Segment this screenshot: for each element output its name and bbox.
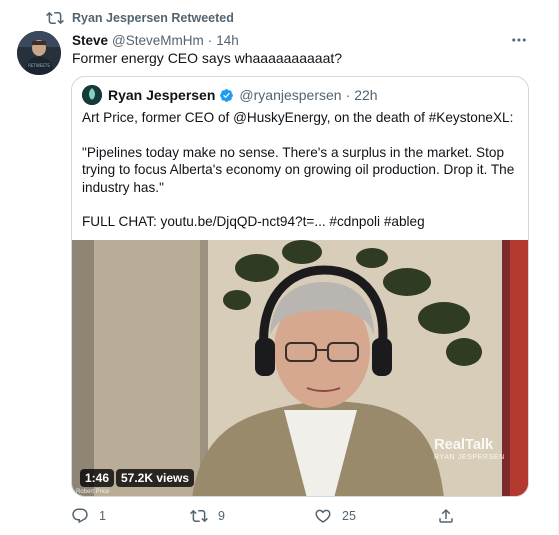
quote-author-name[interactable]: Ryan Jespersen xyxy=(108,87,215,103)
like-count: 25 xyxy=(342,509,356,523)
author-handle[interactable]: @SteveMmHm xyxy=(112,33,204,48)
quote-separator-dot: · xyxy=(345,87,351,103)
quoted-tweet[interactable]: Ryan Jespersen @ryanjespersen · 22h Art … xyxy=(71,76,529,497)
quote-time[interactable]: 22h xyxy=(354,87,377,103)
avatar-image: RETWEETS xyxy=(17,31,61,75)
reply-count: 1 xyxy=(99,509,106,523)
tweet-text: Former energy CEO says whaaaaaaaaaat? xyxy=(72,50,343,66)
watermark-subtitle: RYAN JESPERSEN xyxy=(434,454,505,461)
retweet-button[interactable]: 9 xyxy=(190,506,225,526)
video-views-badge: 57.2K views xyxy=(116,469,195,487)
avatar[interactable]: RETWEETS xyxy=(17,31,61,75)
like-button[interactable]: 25 xyxy=(314,506,356,526)
quote-avatar xyxy=(82,85,102,105)
more-horizontal-icon xyxy=(512,38,526,42)
verified-badge-icon xyxy=(220,88,234,102)
avatar-text: RETWEETS xyxy=(28,63,50,68)
tweet-header: Steve @SteveMmHm · 14h xyxy=(72,31,239,49)
retweet-context-label: Ryan Jespersen Retweeted xyxy=(72,11,234,25)
tweet[interactable]: Ryan Jespersen Retweeted RETWEETS Steve … xyxy=(0,0,559,535)
quote-text: Art Price, former CEO of @HuskyEnergy, o… xyxy=(82,109,522,248)
quote-paragraph-link: FULL CHAT: youtu.be/DjqQD-nct94?t=... #c… xyxy=(82,214,425,229)
more-button[interactable] xyxy=(507,31,531,49)
video-duration-badge: 1:46 xyxy=(80,469,115,487)
watermark-title: RealTalk xyxy=(434,436,493,453)
author-name[interactable]: Steve xyxy=(72,33,108,48)
reply-icon xyxy=(72,508,88,524)
retweet-icon xyxy=(46,11,64,25)
tweet-time[interactable]: 14h xyxy=(216,33,239,48)
quote-header: Ryan Jespersen @ryanjespersen · 22h xyxy=(108,86,378,104)
share-button[interactable] xyxy=(437,506,455,526)
tweet-actions: 1 9 25 xyxy=(71,506,471,526)
reply-button[interactable]: 1 xyxy=(71,506,106,526)
retweet-context[interactable]: Ryan Jespersen Retweeted xyxy=(46,9,234,27)
video-watermark: RealTalk RYAN JESPERSEN xyxy=(434,436,505,461)
separator-dot: · xyxy=(207,32,213,48)
video-caption: Robert Price xyxy=(76,489,110,495)
retweet-count: 9 xyxy=(218,509,225,523)
like-icon xyxy=(315,509,331,523)
share-icon xyxy=(439,508,453,523)
retweet-icon xyxy=(190,509,208,523)
video-player[interactable]: RealTalk RYAN JESPERSEN 1:46 57.2K views… xyxy=(72,240,528,496)
quote-author-handle[interactable]: @ryanjespersen xyxy=(239,87,341,103)
quote-paragraph-quote: "Pipelines today make no sense. There's … xyxy=(82,144,515,195)
quote-avatar-image xyxy=(82,85,102,105)
quote-paragraph-intro: Art Price, former CEO of @HuskyEnergy, o… xyxy=(82,110,514,125)
